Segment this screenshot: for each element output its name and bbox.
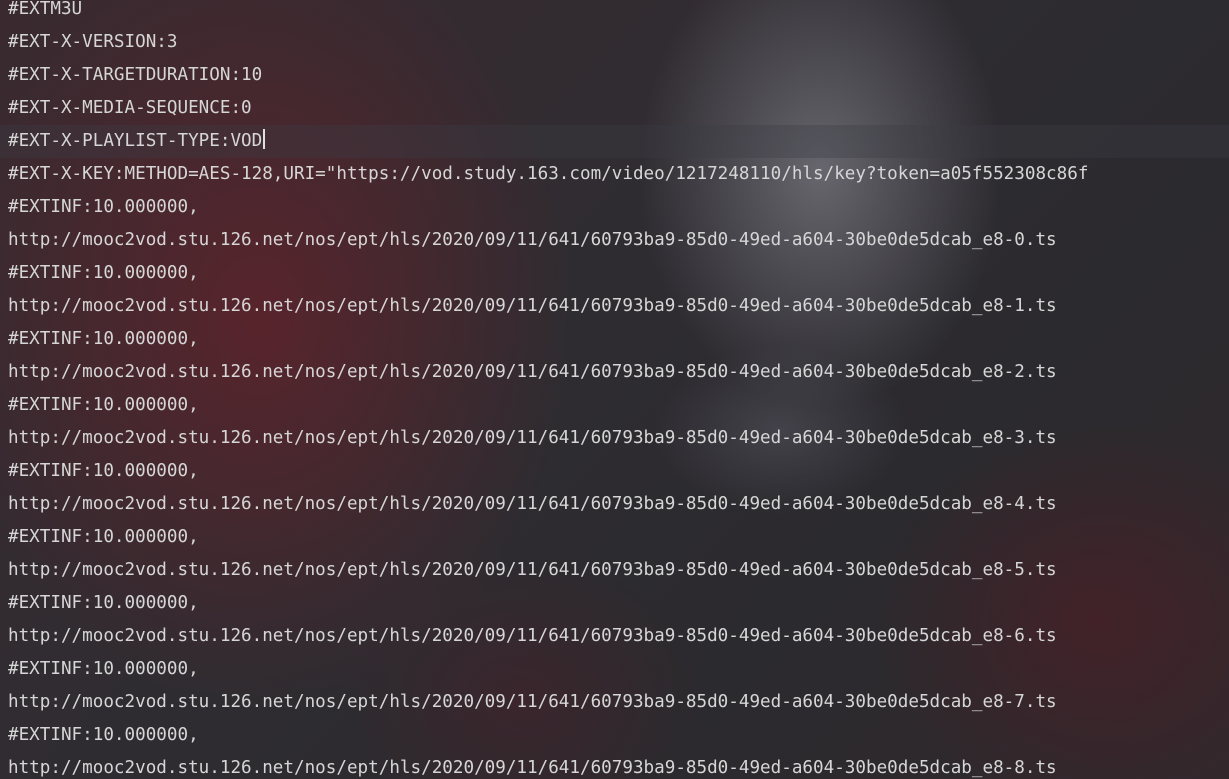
code-line[interactable]: #EXT-X-VERSION:3 <box>0 26 1229 59</box>
code-line-text: #EXTINF:10.000000, <box>8 461 199 481</box>
code-line-text: http://mooc2vod.stu.126.net/nos/ept/hls/… <box>8 692 1057 712</box>
code-line-text: #EXT-X-MEDIA-SEQUENCE:0 <box>8 98 252 118</box>
code-line-text: #EXT-X-PLAYLIST-TYPE:VOD <box>8 131 263 151</box>
code-line-text: http://mooc2vod.stu.126.net/nos/ept/hls/… <box>8 758 1057 778</box>
code-line[interactable]: http://mooc2vod.stu.126.net/nos/ept/hls/… <box>0 620 1229 653</box>
code-line[interactable]: #EXT-X-TARGETDURATION:10 <box>0 59 1229 92</box>
code-line[interactable]: #EXTM3U <box>0 0 1229 26</box>
code-line-text: #EXTINF:10.000000, <box>8 329 199 349</box>
code-line-text: http://mooc2vod.stu.126.net/nos/ept/hls/… <box>8 230 1057 250</box>
code-line[interactable]: http://mooc2vod.stu.126.net/nos/ept/hls/… <box>0 224 1229 257</box>
code-line[interactable]: http://mooc2vod.stu.126.net/nos/ept/hls/… <box>0 554 1229 587</box>
code-line-text: http://mooc2vod.stu.126.net/nos/ept/hls/… <box>8 494 1057 514</box>
code-line[interactable]: #EXT-X-MEDIA-SEQUENCE:0 <box>0 92 1229 125</box>
code-line[interactable]: #EXT-X-KEY:METHOD=AES-128,URI="https://v… <box>0 158 1229 191</box>
code-line[interactable]: #EXTINF:10.000000, <box>0 191 1229 224</box>
code-line-text: #EXTINF:10.000000, <box>8 725 199 745</box>
code-line-text: http://mooc2vod.stu.126.net/nos/ept/hls/… <box>8 362 1057 382</box>
code-line[interactable]: http://mooc2vod.stu.126.net/nos/ept/hls/… <box>0 686 1229 719</box>
code-line-text: #EXTINF:10.000000, <box>8 527 199 547</box>
code-line[interactable]: http://mooc2vod.stu.126.net/nos/ept/hls/… <box>0 356 1229 389</box>
code-line-text: #EXTINF:10.000000, <box>8 659 199 679</box>
code-line-text: #EXTINF:10.000000, <box>8 263 199 283</box>
code-line[interactable]: #EXTINF:10.000000, <box>0 719 1229 752</box>
code-line[interactable]: #EXTINF:10.000000, <box>0 389 1229 422</box>
code-line-text: http://mooc2vod.stu.126.net/nos/ept/hls/… <box>8 428 1057 448</box>
code-line-text: http://mooc2vod.stu.126.net/nos/ept/hls/… <box>8 560 1057 580</box>
editor-lines: #EXTM3U #EXT-X-VERSION:3 #EXT-X-TARGETDU… <box>0 0 1229 779</box>
code-line-text: #EXTINF:10.000000, <box>8 197 199 217</box>
code-line-text: http://mooc2vod.stu.126.net/nos/ept/hls/… <box>8 296 1057 316</box>
code-line-text: #EXTINF:10.000000, <box>8 395 199 415</box>
code-line[interactable]: http://mooc2vod.stu.126.net/nos/ept/hls/… <box>0 422 1229 455</box>
code-line[interactable]: #EXTINF:10.000000, <box>0 323 1229 356</box>
code-line[interactable]: #EXTINF:10.000000, <box>0 455 1229 488</box>
current-code-line[interactable]: #EXT-X-PLAYLIST-TYPE:VOD <box>0 125 1229 158</box>
code-line-text: #EXT-X-KEY:METHOD=AES-128,URI="https://v… <box>8 164 1089 184</box>
code-line[interactable]: http://mooc2vod.stu.126.net/nos/ept/hls/… <box>0 290 1229 323</box>
text-editor-area[interactable]: #EXTM3U #EXT-X-VERSION:3 #EXT-X-TARGETDU… <box>0 0 1229 779</box>
code-line[interactable]: #EXTINF:10.000000, <box>0 521 1229 554</box>
code-line[interactable]: #EXTINF:10.000000, <box>0 653 1229 686</box>
code-line-text: #EXT-X-TARGETDURATION:10 <box>8 65 263 85</box>
code-line[interactable]: #EXTINF:10.000000, <box>0 257 1229 290</box>
code-line[interactable]: #EXTINF:10.000000, <box>0 587 1229 620</box>
text-caret <box>263 129 266 149</box>
code-line-text: http://mooc2vod.stu.126.net/nos/ept/hls/… <box>8 626 1057 646</box>
code-line[interactable]: http://mooc2vod.stu.126.net/nos/ept/hls/… <box>0 488 1229 521</box>
code-line-text: #EXTINF:10.000000, <box>8 593 199 613</box>
code-line[interactable]: http://mooc2vod.stu.126.net/nos/ept/hls/… <box>0 752 1229 779</box>
code-line-text: #EXT-X-VERSION:3 <box>8 32 178 52</box>
code-line-text: #EXTM3U <box>8 0 83 19</box>
